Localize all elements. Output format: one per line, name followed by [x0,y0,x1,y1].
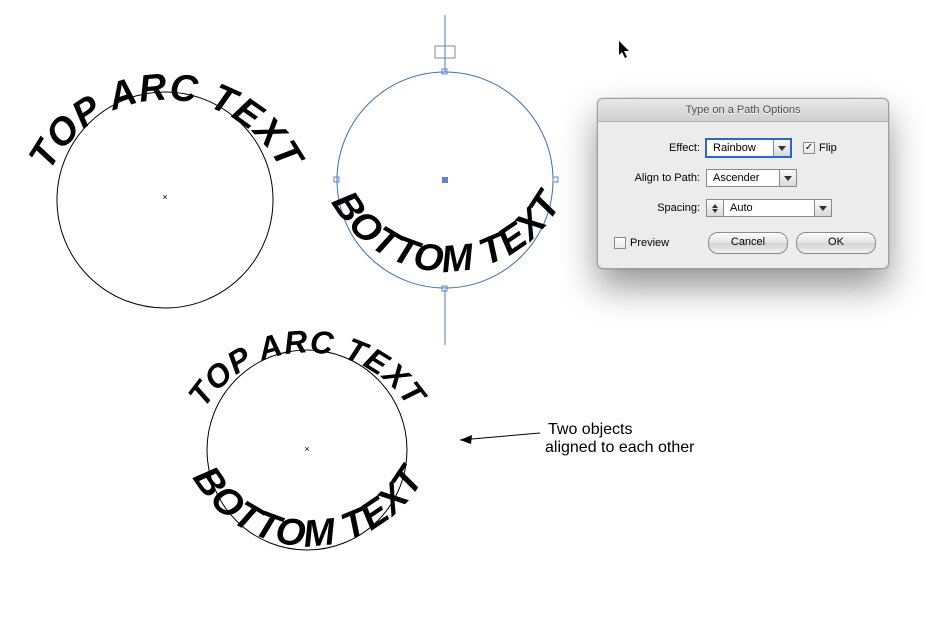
flip-checkbox[interactable]: ✓ Flip [803,142,837,154]
annotation: Two objects aligned to each other [460,421,695,456]
svg-text:BOTTOM TEXT: BOTTOM TEXT [185,458,434,556]
dialog-title: Type on a Path Options [598,99,888,122]
flip-label: Flip [819,142,837,154]
preview-checkbox[interactable]: Preview [614,237,669,249]
checkbox-icon: ✓ [803,142,815,154]
preview-label: Preview [630,237,669,249]
artwork-circle-2[interactable]: BOTTOM TEXT [323,15,570,345]
chevron-down-icon[interactable] [814,200,831,216]
checkbox-icon [614,237,626,249]
canvas: × TOP ARC TEXT BOTTOM TEXT × TOP ARC TEX… [0,0,926,624]
effect-label: Effect: [610,142,706,154]
circle3-bottom-text: BOTTOM TEXT [185,458,434,556]
circle1-top-text: TOP ARC TEXT [21,66,311,177]
annotation-line1: Two objects [548,421,632,438]
chevron-down-icon[interactable] [773,140,790,156]
align-label: Align to Path: [610,172,706,184]
spacing-combo[interactable]: Auto [706,199,832,217]
artwork-circle-1: × TOP ARC TEXT [21,66,311,308]
cancel-button[interactable]: Cancel [708,232,788,254]
artwork-circle-3: × TOP ARC TEXT BOTTOM TEXT [181,323,434,556]
ok-button[interactable]: OK [796,232,876,254]
annotation-line2: aligned to each other [545,439,695,456]
svg-text:BOTTOM TEXT: BOTTOM TEXT [323,183,570,282]
svg-text:×: × [162,192,167,202]
align-combo[interactable]: Ascender [706,169,797,187]
svg-text:TOP ARC TEXT: TOP ARC TEXT [181,323,434,414]
circle3-top-text: TOP ARC TEXT [181,323,434,414]
align-value: Ascender [707,170,779,186]
chevron-down-icon[interactable] [779,170,796,186]
effect-combo[interactable]: Rainbow [706,139,791,157]
svg-text:×: × [304,444,309,454]
type-on-path-dialog: Type on a Path Options Effect: Rainbow ✓… [597,98,889,269]
spacing-value: Auto [724,200,814,216]
effect-value: Rainbow [707,140,773,156]
circle2-bottom-text: BOTTOM TEXT [323,183,570,282]
stepper-icon[interactable] [707,200,724,216]
spacing-label: Spacing: [610,202,706,214]
svg-text:TOP ARC TEXT: TOP ARC TEXT [21,66,311,177]
